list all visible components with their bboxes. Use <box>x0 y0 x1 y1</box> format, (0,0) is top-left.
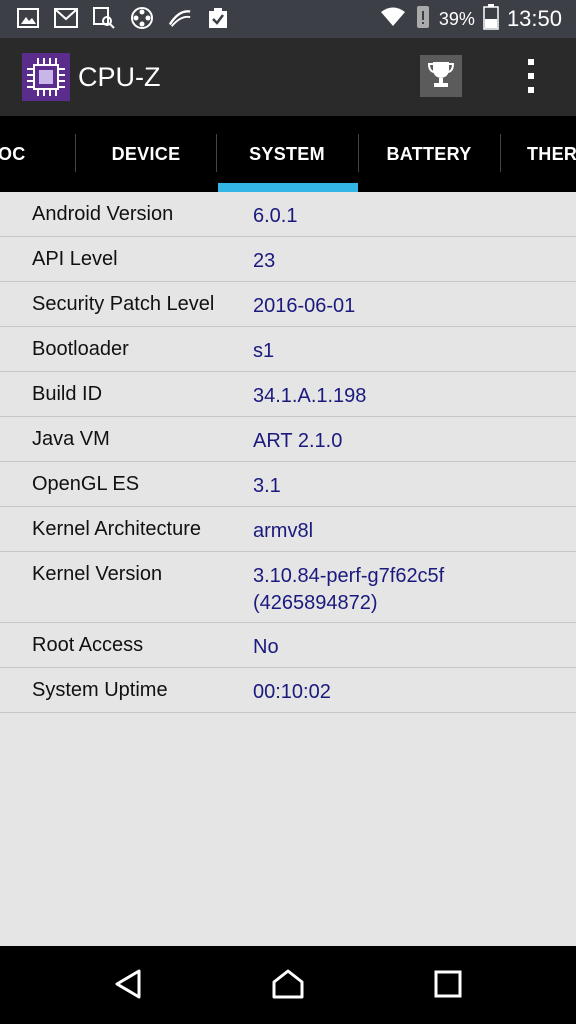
back-button[interactable] <box>106 964 150 1008</box>
list-item: API Level 23 <box>0 237 576 282</box>
list-item: OpenGL ES 3.1 <box>0 462 576 507</box>
tab-thermal[interactable]: THER <box>527 116 576 192</box>
active-tab-indicator <box>218 183 358 192</box>
list-item: Java VM ART 2.1.0 <box>0 417 576 462</box>
alert-icon <box>415 5 431 34</box>
wifi-icon <box>379 6 407 33</box>
status-time: 13:50 <box>506 6 562 31</box>
list-item: Security Patch Level 2016-06-01 <box>0 282 576 327</box>
clipboard-check-icon <box>206 6 230 30</box>
navigation-bar <box>0 946 576 1024</box>
list-item: Root Access No <box>0 623 576 668</box>
app-bar: CPU-Z <box>0 38 576 116</box>
tab-system[interactable]: SYSTEM <box>217 116 357 192</box>
gallery-icon <box>16 6 40 30</box>
app-title: CPU-Z <box>78 62 161 92</box>
gmail-icon <box>54 6 78 30</box>
back-triangle-icon <box>113 968 143 1005</box>
home-button[interactable] <box>266 964 310 1008</box>
list-item: Android Version 6.0.1 <box>0 192 576 237</box>
tab-device[interactable]: DEVICE <box>76 116 216 192</box>
film-reel-icon <box>130 6 154 30</box>
battery-percent: 39% <box>438 8 475 29</box>
tab-bar: OC DEVICE SYSTEM BATTERY THER <box>0 116 576 192</box>
trophy-icon <box>426 59 456 94</box>
trophy-button[interactable] <box>420 55 462 97</box>
overflow-menu-icon[interactable] <box>518 59 544 93</box>
tab-battery[interactable]: BATTERY <box>359 116 499 192</box>
list-item: Build ID 34.1.A.1.198 <box>0 372 576 417</box>
image-search-icon <box>92 6 116 30</box>
swiftkey-icon <box>168 6 192 30</box>
home-icon <box>271 968 305 1005</box>
list-item: Kernel Version 3.10.84-perf-g7f62c5f (42… <box>0 552 576 623</box>
tab-soc[interactable]: OC <box>0 116 68 192</box>
battery-icon <box>483 3 499 35</box>
list-item: System Uptime 00:10:02 <box>0 668 576 713</box>
list-item: Bootloader s1 <box>0 327 576 372</box>
list-item: Kernel Architecture armv8l <box>0 507 576 552</box>
recents-button[interactable] <box>426 964 470 1008</box>
status-bar: 39% 13:50 <box>0 0 576 38</box>
cpu-chip-icon <box>22 53 70 101</box>
recents-square-icon <box>434 970 462 1003</box>
system-info-list: Android Version 6.0.1 API Level 23 Secur… <box>0 192 576 713</box>
